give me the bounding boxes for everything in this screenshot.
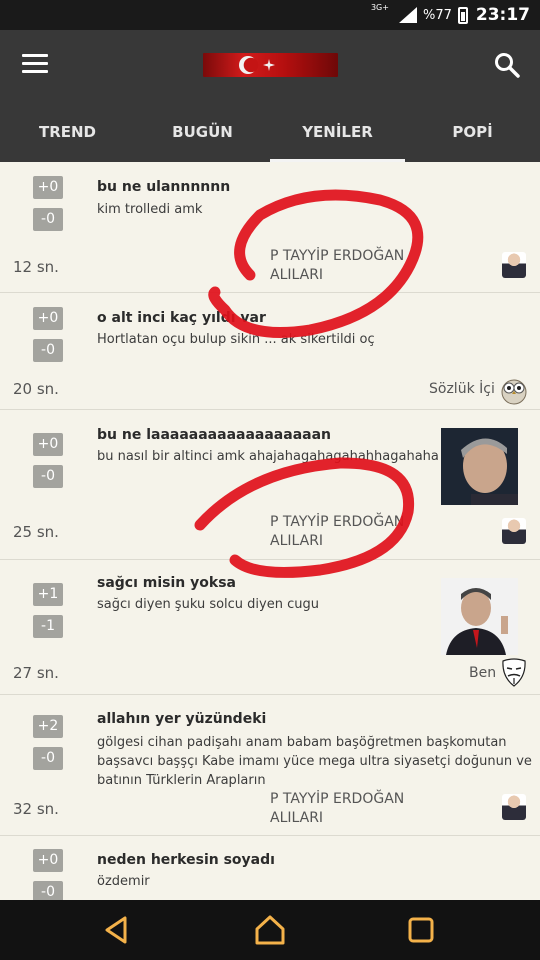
owl-icon[interactable]	[500, 375, 528, 405]
hamburger-icon[interactable]	[22, 54, 48, 76]
author-line-1: P TAYYİP ERDOĞAN	[270, 514, 405, 530]
upvote-button[interactable]: +2	[33, 715, 63, 738]
entry-snippet: sağcı diyen şuku solcu diyen cugu	[97, 597, 319, 612]
entry-author[interactable]: P TAYYİP ERDOĞAN ALILARI	[270, 247, 404, 285]
entry-author[interactable]: P TAYYİP ERDOĞAN ALILARI	[270, 513, 404, 551]
author-line-2: ALILARI	[270, 267, 324, 283]
tab-bugun[interactable]: BUGÜN	[135, 102, 270, 162]
author-avatar[interactable]	[502, 518, 526, 544]
entry-title[interactable]: neden herkesin soyadı	[97, 852, 275, 868]
entry-title[interactable]: o alt inci kaç yıldı var	[97, 310, 266, 326]
entry-time: 12 sn.	[13, 258, 59, 276]
recents-icon[interactable]	[405, 914, 437, 946]
upvote-button[interactable]: +0	[33, 849, 63, 872]
back-icon[interactable]	[101, 914, 133, 946]
downvote-button[interactable]: -1	[33, 615, 63, 638]
tab-popi[interactable]: POPİ	[405, 102, 540, 162]
downvote-button[interactable]: -0	[33, 747, 63, 770]
search-icon[interactable]	[494, 52, 520, 78]
snippet-line: başsavcı başşçı Kabe imamı yüce mega ult…	[97, 754, 532, 769]
upvote-button[interactable]: +0	[33, 176, 63, 199]
entry-snippet: kim trolledi amk	[97, 202, 203, 217]
entry-title[interactable]: bu ne laaaaaaaaaaaaaaaaaan	[97, 427, 331, 443]
entry-snippet: gölgesi cihan padişahı anam babam başöğr…	[97, 733, 532, 790]
entry-time: 32 sn.	[13, 800, 59, 818]
entry-list: +0 -0 bu ne ulannnnnn kim trolledi amk 1…	[0, 162, 540, 900]
list-item[interactable]: +0 -0 bu ne ulannnnnn kim trolledi amk 1…	[0, 162, 540, 293]
clock: 23:17	[475, 5, 530, 25]
entry-snippet: Hortlatan oçu bulup sikin ... ak sikerti…	[97, 332, 375, 347]
upvote-button[interactable]: +0	[33, 307, 63, 330]
author-line-1: Sözlük İçi	[429, 381, 495, 397]
mask-icon[interactable]	[501, 657, 527, 687]
author-line-1: P TAYYİP ERDOĞAN	[270, 248, 405, 264]
entry-time: 20 sn.	[13, 380, 59, 398]
entry-title[interactable]: bu ne ulannnnnn	[97, 179, 230, 195]
upvote-button[interactable]: +0	[33, 433, 63, 456]
author-avatar[interactable]	[502, 252, 526, 278]
downvote-button[interactable]: -0	[33, 339, 63, 362]
list-item[interactable]: +1 -1 sağcı misin yoksa sağcı diyen şuku…	[0, 560, 540, 695]
entry-author[interactable]: Ben	[469, 664, 496, 683]
author-line-2: ALILARI	[270, 810, 324, 826]
battery-icon	[457, 6, 468, 24]
downvote-button[interactable]: -0	[33, 881, 63, 900]
turkish-flag-logo	[203, 53, 338, 77]
battery-percent: %77	[422, 7, 452, 23]
downvote-button[interactable]: -0	[33, 465, 63, 488]
entry-title[interactable]: sağcı misin yoksa	[97, 575, 236, 591]
author-line-1: P TAYYİP ERDOĞAN	[270, 791, 405, 807]
system-nav-bar	[0, 900, 540, 960]
entry-time: 27 sn.	[13, 664, 59, 682]
author-line-2: ALILARI	[270, 533, 324, 549]
entry-title[interactable]: allahın yer yüzündeki	[97, 711, 266, 727]
author-line-1: Ben	[469, 665, 497, 681]
app-bar	[0, 30, 540, 102]
entry-thumbnail[interactable]	[441, 428, 518, 505]
entry-snippet: bu nasıl bir altinci amk ahajahagahagaha…	[97, 449, 439, 464]
status-bar: 3G+ %77 23:17	[0, 0, 540, 30]
tab-yeniler[interactable]: YENİLER	[270, 102, 405, 162]
entry-snippet: özdemir	[97, 874, 150, 889]
list-item[interactable]: +0 -0 o alt inci kaç yıldı var Hortlatan…	[0, 293, 540, 410]
tab-bar: TREND BUGÜN YENİLER POPİ	[0, 102, 540, 162]
signal-icon	[398, 7, 417, 23]
entry-author[interactable]: Sözlük İçi	[429, 380, 495, 399]
upvote-button[interactable]: +1	[33, 583, 63, 606]
network-type: 3G+	[370, 3, 389, 12]
tab-trend[interactable]: TREND	[0, 102, 135, 162]
entry-time: 25 sn.	[13, 523, 59, 541]
list-item[interactable]: +0 -0 bu ne laaaaaaaaaaaaaaaaaan bu nası…	[0, 410, 540, 560]
home-icon[interactable]	[254, 914, 286, 946]
entry-thumbnail[interactable]	[441, 578, 518, 655]
list-item[interactable]: +2 -0 allahın yer yüzündeki gölgesi ciha…	[0, 695, 540, 836]
downvote-button[interactable]: -0	[33, 208, 63, 231]
author-avatar[interactable]	[502, 794, 526, 820]
list-item[interactable]: +0 -0 neden herkesin soyadı özdemir	[0, 836, 540, 900]
entry-author[interactable]: P TAYYİP ERDOĞAN ALILARI	[270, 790, 404, 828]
snippet-line: batının Türklerin Arapların	[97, 773, 266, 788]
snippet-line: gölgesi cihan padişahı anam babam başöğr…	[97, 735, 507, 750]
status-icons: 3G+ %77 23:17	[371, 3, 530, 25]
